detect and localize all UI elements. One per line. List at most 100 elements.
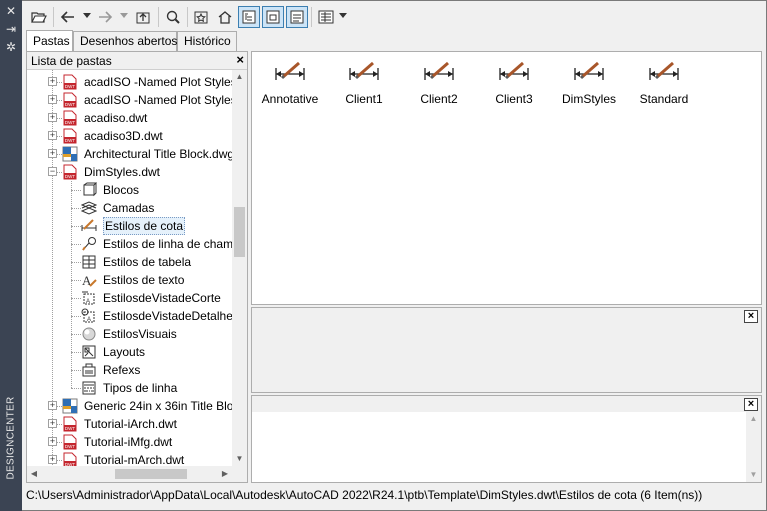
tree-item[interactable]: Refexs (27, 361, 232, 379)
tree-view-toggle-button[interactable] (238, 6, 260, 28)
tree-item[interactable]: EstilosVisuais (27, 325, 232, 343)
status-path: C:\Users\Administrador\AppData\Local\Aut… (26, 488, 703, 502)
tree-item[interactable]: Estilos de cota (27, 217, 232, 235)
expand-toggle-icon[interactable]: + (48, 95, 57, 104)
tab-historico[interactable]: Histórico (177, 31, 237, 51)
auto-hide-icon[interactable]: ⇥ (4, 22, 18, 36)
tree-item-label: Blocos (103, 183, 140, 197)
views-icon (318, 10, 334, 24)
preview-close-button[interactable]: × (744, 310, 758, 323)
scroll-down-arrow-icon[interactable]: ▼ (232, 452, 247, 466)
tree-item[interactable]: A Estilos de texto (27, 271, 232, 289)
scroll-up-arrow-icon[interactable]: ▲ (746, 412, 761, 426)
tree-item-label: Layouts (103, 345, 146, 359)
tree-item[interactable]: + DWT Tutorial-iMfg.dwt (27, 433, 232, 451)
tree-item[interactable]: Layouts (27, 343, 232, 361)
tab-pastas[interactable]: Pastas (26, 30, 73, 51)
search-icon (166, 10, 180, 24)
tree-item[interactable]: + DWT Tutorial-iArch.dwt (27, 415, 232, 433)
tree-item[interactable]: Camadas (27, 199, 232, 217)
expand-toggle-icon[interactable]: + (48, 131, 57, 140)
tree-item[interactable]: + DWT acadiso3D.dwt (27, 127, 232, 145)
dimstyle-item-label: Client2 (420, 92, 458, 106)
collapse-toggle-icon[interactable]: − (48, 167, 57, 176)
scroll-thumb[interactable] (234, 207, 245, 257)
scroll-down-arrow-icon[interactable]: ▼ (746, 468, 761, 482)
forward-button[interactable] (94, 6, 116, 28)
properties-icon[interactable]: ✲ (4, 40, 18, 54)
dwt-file-icon: DWT (62, 74, 78, 90)
scroll-thumb[interactable] (115, 469, 187, 479)
tree-item[interactable]: Tipos de linha (27, 379, 232, 397)
folder-list-close-button[interactable]: × (236, 53, 244, 67)
dimstyle-item[interactable]: Client1 (326, 60, 402, 110)
status-bar: C:\Users\Administrador\AppData\Local\Aut… (22, 485, 766, 507)
scroll-right-arrow-icon[interactable]: ▶ (218, 466, 232, 482)
dimstyle-icon (476, 60, 552, 86)
tree-item[interactable]: + Generic 24in x 36in Title Block (27, 397, 232, 415)
description-button[interactable] (286, 6, 308, 28)
tree-item[interactable]: Estilos de linha de chamada (27, 235, 232, 253)
dimstyle-icon (81, 218, 97, 234)
expand-toggle-icon[interactable]: + (48, 437, 57, 446)
tree-item[interactable]: + DWT acadISO -Named Plot Styles (27, 91, 232, 109)
tree-item[interactable]: A EstilosdeVistadeCorte (27, 289, 232, 307)
dimstyle-item[interactable]: Annotative (252, 60, 328, 110)
description-close-button[interactable]: × (744, 398, 758, 411)
folder-tree-vertical-scrollbar[interactable]: ▲ ▼ (232, 70, 247, 466)
description-scrollbar[interactable]: ▲ ▼ (746, 412, 761, 482)
favorites-button[interactable] (190, 6, 212, 28)
expand-toggle-icon[interactable]: + (48, 113, 57, 122)
mleader-icon (81, 236, 97, 252)
scroll-up-arrow-icon[interactable]: ▲ (232, 70, 247, 84)
tree-item[interactable]: + DWT acadISO -Named Plot Styles (27, 73, 232, 91)
tree-item-label: acadiso3D.dwt (84, 129, 163, 143)
expand-toggle-icon[interactable]: + (48, 401, 57, 410)
description-icon (290, 10, 304, 24)
back-dropdown-caret[interactable] (83, 13, 91, 18)
expand-toggle-icon[interactable]: + (48, 77, 57, 86)
views-button[interactable] (315, 6, 337, 28)
dimstyle-item[interactable]: Standard (626, 60, 702, 110)
tab-desenhos-abertos[interactable]: Desenhos abertos (73, 31, 177, 51)
search-button[interactable] (162, 6, 184, 28)
tree-item[interactable]: − DWT DimStyles.dwt (27, 163, 232, 181)
back-button[interactable] (57, 6, 79, 28)
close-icon[interactable]: ✕ (4, 4, 18, 18)
tree-item[interactable]: + DWT acadiso.dwt (27, 109, 232, 127)
views-dropdown-caret[interactable] (339, 13, 347, 18)
tree-item[interactable]: A EstilosdeVistadeDetalhe (27, 307, 232, 325)
tree-item[interactable]: Blocos (27, 181, 232, 199)
svg-text:DWT: DWT (65, 174, 75, 179)
dimstyle-item[interactable]: DimStyles (551, 60, 627, 110)
tree-item-label: Architectural Title Block.dwg (84, 147, 232, 161)
scroll-left-arrow-icon[interactable]: ◀ (27, 466, 41, 482)
dwt-file-icon: DWT (62, 128, 78, 144)
dimstyle-item[interactable]: Client2 (401, 60, 477, 110)
tree-item[interactable]: + DWT Tutorial-mArch.dwt (27, 451, 232, 466)
folder-list-header: Lista de pastas × (27, 52, 247, 70)
preview-button[interactable] (262, 6, 284, 28)
expand-toggle-icon[interactable]: + (48, 419, 57, 428)
expand-toggle-icon[interactable]: + (48, 149, 57, 158)
tree-item[interactable]: Estilos de tabela (27, 253, 232, 271)
tree-item[interactable]: + Architectural Title Block.dwg (27, 145, 232, 163)
folder-tree-horizontal-scrollbar[interactable]: ◀ ▶ (27, 466, 232, 482)
tree-view-toggle-icon (242, 10, 256, 24)
dimstyle-icon (326, 60, 402, 86)
svg-text:DWT: DWT (65, 120, 75, 125)
dimstyle-item-label: Client1 (345, 92, 383, 106)
back-icon (60, 11, 74, 23)
section-view-icon: A (81, 290, 97, 306)
up-button[interactable] (132, 6, 154, 28)
load-button[interactable] (28, 6, 50, 28)
tree-item-label: Refexs (103, 363, 141, 377)
dimstyle-item-label: Standard (639, 92, 689, 106)
dwt-file-icon: DWT (62, 452, 78, 466)
description-text-area (252, 412, 746, 482)
home-button[interactable] (214, 6, 236, 28)
tree-item-label: EstilosdeVistadeDetalhe (103, 309, 232, 323)
expand-toggle-icon[interactable]: + (48, 455, 57, 464)
palette-title: DESIGNCENTER (5, 396, 17, 480)
dimstyle-item[interactable]: Client3 (476, 60, 552, 110)
